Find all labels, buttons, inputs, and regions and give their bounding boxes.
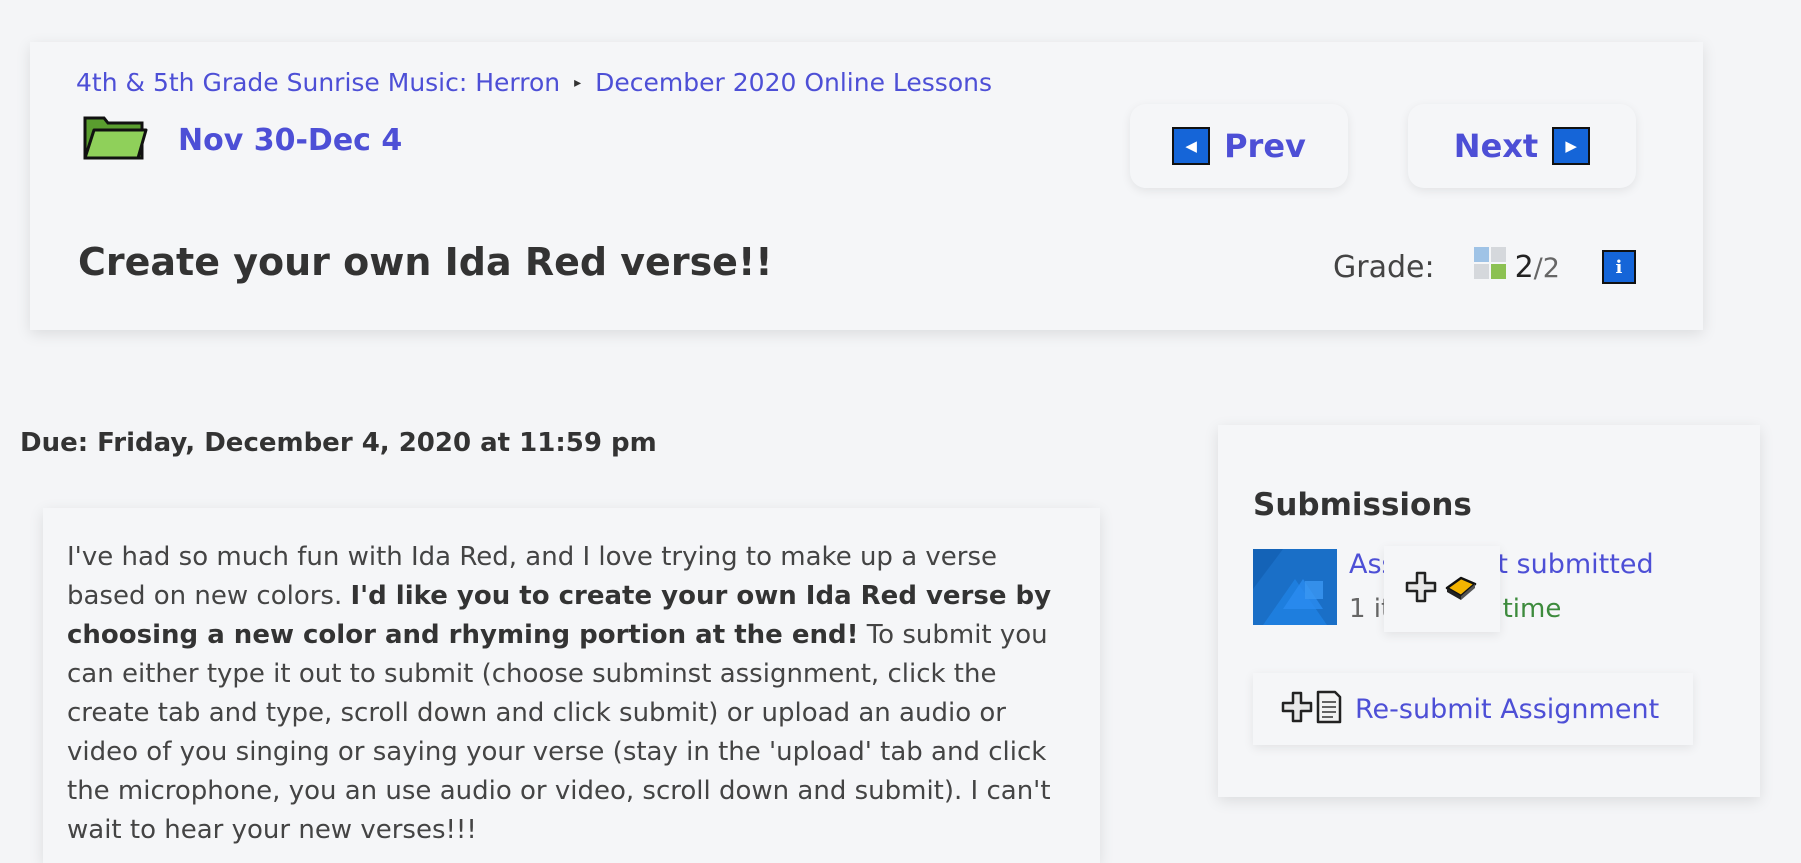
due-date: Due: Friday, December 4, 2020 at 11:59 p… bbox=[20, 428, 657, 458]
arrow-right-icon: ▶ bbox=[1552, 127, 1591, 165]
submission-actions bbox=[1384, 546, 1500, 632]
resubmit-label: Re-submit Assignment bbox=[1355, 693, 1660, 725]
grade-score-total: /2 bbox=[1533, 252, 1560, 284]
arrow-left-icon: ◀ bbox=[1172, 127, 1211, 165]
prev-label: Prev bbox=[1224, 127, 1306, 165]
page-title: Create your own Ida Red verse!! bbox=[78, 240, 773, 284]
breadcrumb-separator: ▸ bbox=[574, 74, 582, 91]
document-icon bbox=[1313, 690, 1343, 728]
folder-row: Nov 30-Dec 4 bbox=[82, 112, 402, 168]
submissions-heading: Submissions bbox=[1253, 487, 1472, 523]
resubmit-button[interactable]: Re-submit Assignment bbox=[1253, 673, 1693, 745]
folder-icon bbox=[82, 112, 148, 168]
breadcrumb: 4th & 5th Grade Sunrise Music: Herron ▸ … bbox=[76, 68, 992, 97]
assignment-header: 4th & 5th Grade Sunrise Music: Herron ▸ … bbox=[30, 42, 1703, 330]
breadcrumb-course-link[interactable]: 4th & 5th Grade Sunrise Music: Herron bbox=[76, 68, 560, 97]
plus-icon[interactable] bbox=[1405, 571, 1437, 607]
gradebook-icon bbox=[1473, 246, 1507, 288]
grade-score-value: 2 bbox=[1514, 249, 1534, 285]
grade-label: Grade: bbox=[1333, 249, 1435, 285]
folder-title-link[interactable]: Nov 30-Dec 4 bbox=[178, 123, 402, 158]
plus-icon bbox=[1281, 691, 1313, 727]
breadcrumb-folder-link[interactable]: December 2020 Online Lessons bbox=[595, 68, 992, 97]
info-icon[interactable]: i bbox=[1601, 250, 1636, 284]
submission-thumbnail[interactable] bbox=[1253, 549, 1337, 625]
grade-score: 2/2 bbox=[1515, 250, 1560, 285]
prev-button[interactable]: ◀ Prev bbox=[1130, 104, 1348, 188]
next-button[interactable]: Next ▶ bbox=[1408, 104, 1636, 188]
instructions-text-2: To submit you can either type it out to … bbox=[67, 620, 1051, 845]
grade-display: Grade: 2/2 i bbox=[1333, 246, 1636, 288]
assignment-instructions: I've had so much fun with Ida Red, and I… bbox=[43, 508, 1100, 863]
next-label: Next bbox=[1453, 127, 1539, 165]
eraser-icon[interactable] bbox=[1443, 572, 1479, 606]
